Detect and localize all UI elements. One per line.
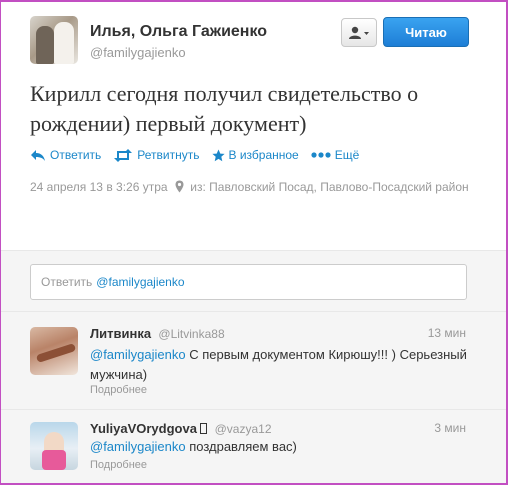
reply-input-mention: @familygajienko xyxy=(96,275,185,289)
reply-header: Литвинка @Litvinka88 xyxy=(90,326,225,341)
reply-avatar[interactable] xyxy=(30,327,78,375)
user-icon xyxy=(349,26,369,39)
reply-mention[interactable]: @familygajienko xyxy=(90,439,186,454)
more-action[interactable]: Ещё xyxy=(311,148,360,162)
reply-action-label: Ответить xyxy=(50,148,102,162)
reply-header: YuliyaVOrydgova @vazya12 xyxy=(90,421,272,436)
reply-mention[interactable]: @familygajienko xyxy=(90,347,186,362)
reply-time[interactable]: 13 мин xyxy=(428,326,466,340)
follow-button[interactable]: Читаю xyxy=(383,17,469,47)
user-actions-button[interactable] xyxy=(341,18,377,47)
missing-glyph-icon xyxy=(200,423,208,434)
tweet-header: Илья, Ольга Гажиенко @familygajienko Чит… xyxy=(0,0,508,250)
more-action-label: Ещё xyxy=(334,148,360,162)
reply-details-link[interactable]: Подробнее xyxy=(90,459,147,471)
retweet-icon xyxy=(114,148,133,162)
author-handle[interactable]: @familygajienko xyxy=(90,45,186,60)
avatar-photo-detail xyxy=(35,343,77,363)
location-pin-icon xyxy=(175,180,184,193)
reply-input-prefix: Ответить xyxy=(41,275,93,289)
reply-text: @familygajienko поздравляем вас) xyxy=(90,437,470,457)
avatar-photo-detail xyxy=(42,450,66,470)
reply-action[interactable]: Ответить xyxy=(30,148,101,162)
tweet-text: Кирилл сегодня получил свидетельство о р… xyxy=(30,81,419,136)
avatar-figure-man xyxy=(36,26,54,64)
reply-author-handle[interactable]: @Litvinka88 xyxy=(158,327,224,341)
reply-input[interactable]: Ответить @familygajienko xyxy=(30,264,467,300)
reply-icon xyxy=(31,150,45,161)
avatar-figure-woman xyxy=(54,22,74,64)
reply-avatar[interactable] xyxy=(30,422,78,470)
reply-text: @familygajienko С первым документом Кирю… xyxy=(90,345,470,385)
tweet-actions: Ответить Ретвитнуть В избранное Ещё xyxy=(30,146,371,164)
author-name[interactable]: Илья, Ольга Гажиенко xyxy=(90,23,267,41)
tweet-meta: 24 апреля 13 в 3:26 утра из: Павловский … xyxy=(30,176,470,199)
retweet-action-label: Ретвитнуть xyxy=(137,148,200,162)
location-prefix: из: xyxy=(190,180,206,194)
reply-body: поздравляем вас) xyxy=(189,439,297,454)
retweet-action[interactable]: Ретвитнуть xyxy=(113,148,200,162)
star-icon xyxy=(211,149,225,161)
more-dots-icon xyxy=(311,152,331,158)
reply-author-handle[interactable]: @vazya12 xyxy=(215,422,272,436)
favorite-action-label: В избранное xyxy=(228,148,299,162)
reply-time[interactable]: 3 мин xyxy=(434,421,466,435)
reply-area: Ответить @familygajienko xyxy=(0,250,508,312)
reply-author-name[interactable]: YuliyaVOrydgova xyxy=(90,421,197,436)
favorite-action[interactable]: В избранное xyxy=(211,148,299,162)
tweet-location[interactable]: Павловский Посад, Павлово-Посадский райо… xyxy=(209,180,469,194)
reply-author-name[interactable]: Литвинка xyxy=(90,326,151,341)
reply-details-link[interactable]: Подробнее xyxy=(90,384,147,396)
tweet-timestamp[interactable]: 24 апреля 13 в 3:26 утра xyxy=(30,180,168,194)
author-avatar[interactable] xyxy=(30,16,78,64)
